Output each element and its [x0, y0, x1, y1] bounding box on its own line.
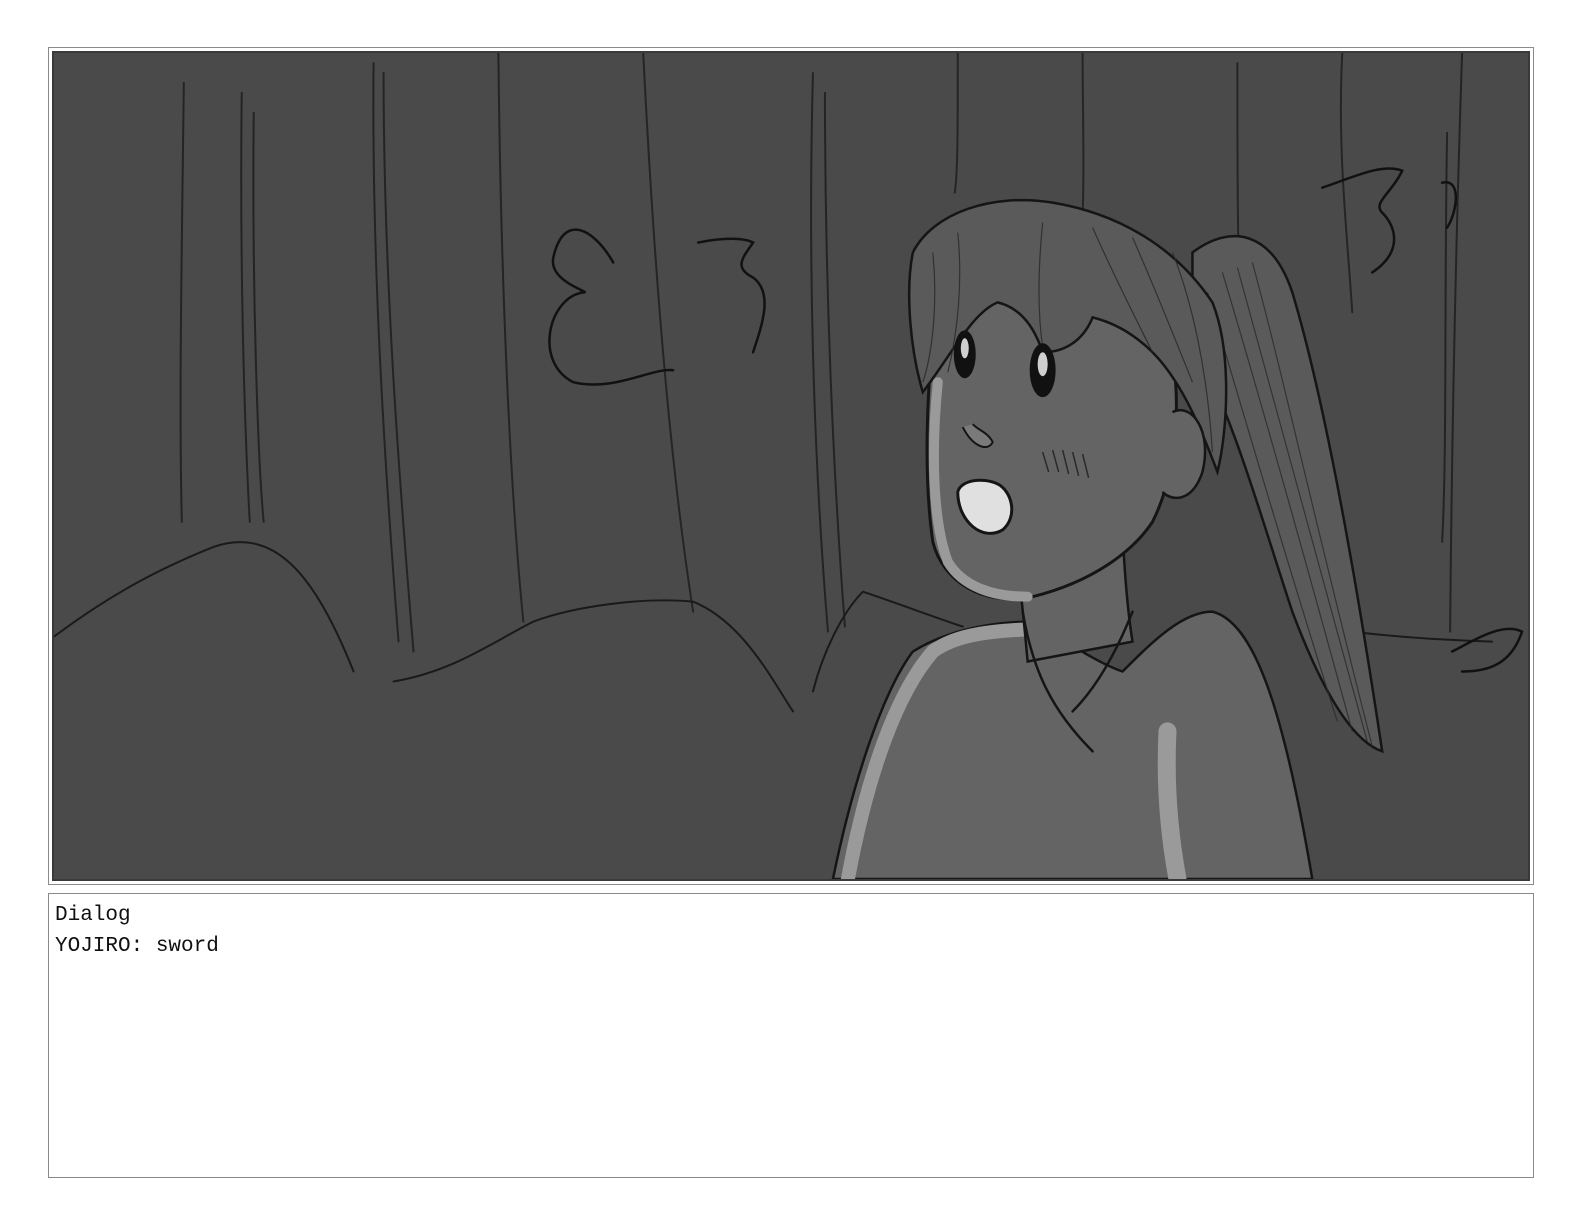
dialog-line: YOJIRO: sword	[55, 935, 219, 958]
dialog-heading: Dialog	[55, 904, 131, 927]
sketch-illustration	[54, 53, 1528, 879]
dialog-box: Dialog YOJIRO: sword	[48, 893, 1534, 1178]
storyboard-sketch-image	[52, 51, 1530, 881]
storyboard-panel-frame	[48, 47, 1534, 885]
